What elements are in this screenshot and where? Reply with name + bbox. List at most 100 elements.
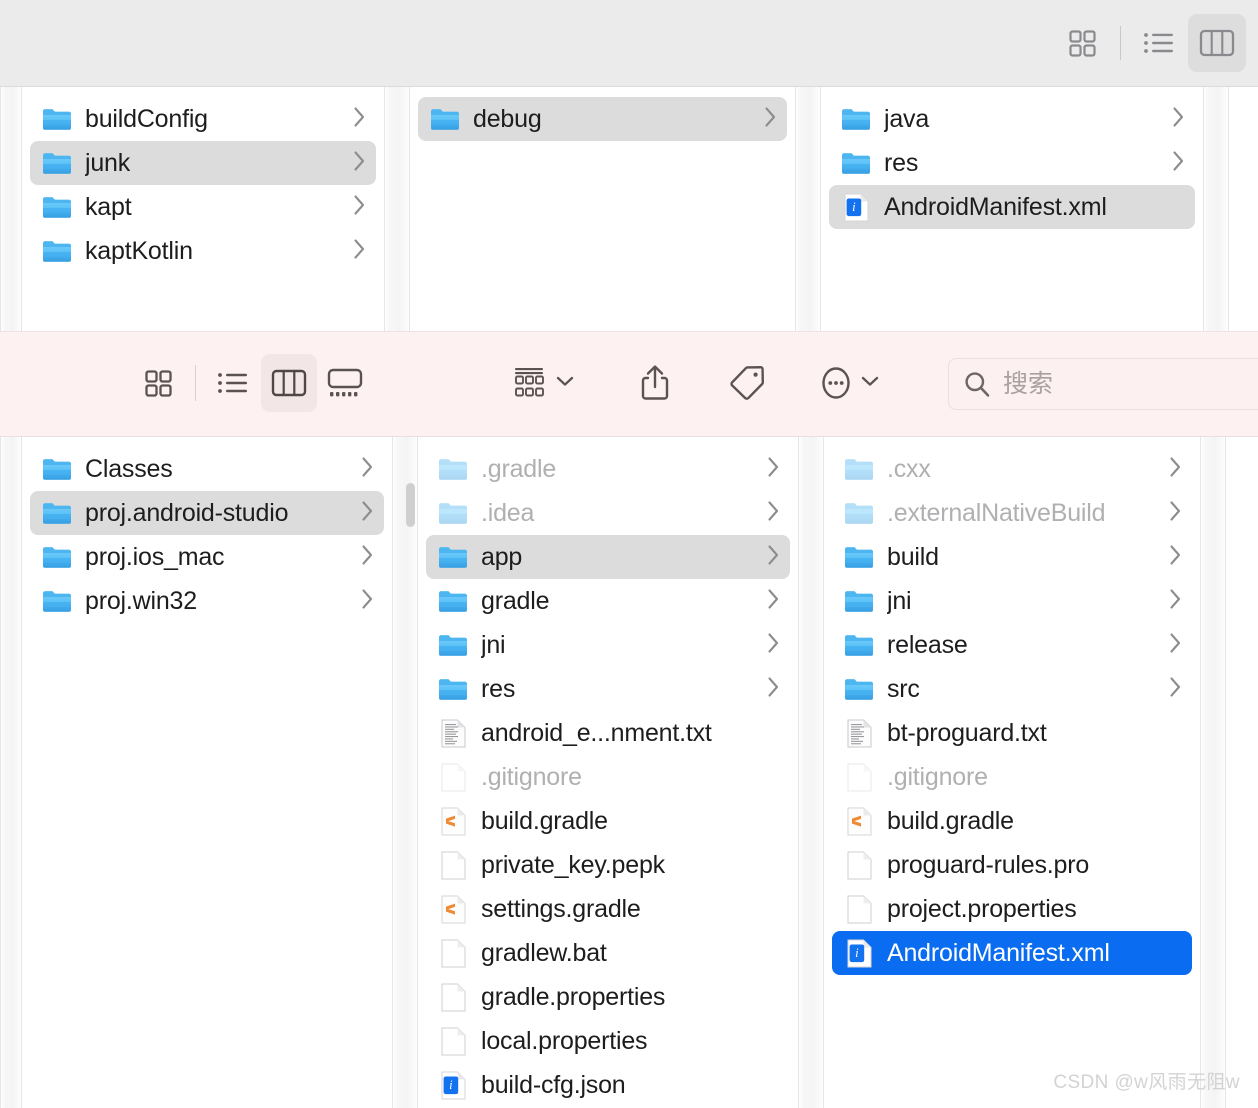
file-row[interactable]: proj.android-studio bbox=[30, 491, 384, 535]
folder-icon bbox=[42, 104, 72, 134]
chevron-right-icon bbox=[764, 106, 777, 132]
file-row[interactable]: local.properties bbox=[426, 1019, 790, 1063]
top-view-switcher bbox=[1053, 14, 1246, 72]
file-row[interactable]: build bbox=[832, 535, 1192, 579]
file-row[interactable]: src bbox=[832, 667, 1192, 711]
list-view-button[interactable] bbox=[205, 354, 261, 412]
folder-icon bbox=[430, 104, 460, 134]
column-gutter[interactable] bbox=[1200, 437, 1226, 1108]
file-row[interactable]: project.properties bbox=[832, 887, 1192, 931]
scrollbar-thumb[interactable] bbox=[406, 483, 415, 527]
file-row[interactable]: jni bbox=[426, 623, 790, 667]
file-row[interactable]: gradle bbox=[426, 579, 790, 623]
chevron-right-icon bbox=[361, 588, 374, 614]
top-column-2[interactable]: debug bbox=[410, 87, 795, 331]
file-row[interactable]: kaptKotlin bbox=[30, 229, 376, 273]
folder-icon bbox=[438, 674, 468, 704]
group-by-button[interactable] bbox=[505, 354, 580, 412]
file-row[interactable]: junk bbox=[30, 141, 376, 185]
chevron-right-icon bbox=[767, 456, 780, 482]
file-row[interactable]: kapt bbox=[30, 185, 376, 229]
column-view-button[interactable] bbox=[261, 354, 317, 412]
file-row[interactable]: proj.ios_mac bbox=[30, 535, 384, 579]
file-row[interactable]: res bbox=[829, 141, 1195, 185]
file-row[interactable]: settings.gradle bbox=[426, 887, 790, 931]
bottom-column-1[interactable]: Classes proj.android-studio proj.ios_macpr… bbox=[22, 437, 392, 1108]
file-row[interactable]: .externalNativeBuild bbox=[832, 491, 1192, 535]
tag-button[interactable] bbox=[720, 354, 772, 412]
folder-icon bbox=[438, 586, 468, 616]
folder-icon bbox=[438, 630, 468, 660]
file-row[interactable]: release bbox=[832, 623, 1192, 667]
folder-icon bbox=[438, 542, 468, 572]
file-row[interactable]: .gitignore bbox=[832, 755, 1192, 799]
blank-file-icon bbox=[438, 982, 468, 1012]
top-column-3[interactable]: java res i AndroidManifest.xml bbox=[821, 87, 1203, 331]
file-row[interactable]: debug bbox=[418, 97, 787, 141]
file-row[interactable]: app bbox=[426, 535, 790, 579]
more-actions-button[interactable] bbox=[812, 354, 885, 412]
file-name-label: app bbox=[481, 543, 523, 571]
file-row[interactable]: proguard-rules.pro bbox=[832, 843, 1192, 887]
file-row[interactable]: android_e...nment.txt bbox=[426, 711, 790, 755]
file-name-label: jni bbox=[481, 631, 506, 659]
file-row[interactable]: bt-proguard.txt bbox=[832, 711, 1192, 755]
file-name-label: gradlew.bat bbox=[481, 939, 607, 967]
file-row[interactable]: buildConfig bbox=[30, 97, 376, 141]
group-items-icon bbox=[515, 368, 544, 397]
column-gutter[interactable] bbox=[795, 87, 821, 331]
chevron-right-icon bbox=[1169, 588, 1182, 614]
icon-view-button[interactable] bbox=[130, 354, 186, 412]
file-row[interactable]: .cxx bbox=[832, 447, 1192, 491]
file-row[interactable]: .gradle bbox=[426, 447, 790, 491]
file-row[interactable]: i AndroidManifest.xml bbox=[829, 185, 1195, 229]
column-gutter[interactable] bbox=[1203, 87, 1229, 331]
file-name-label: res bbox=[481, 675, 516, 703]
sublime-file-icon bbox=[844, 806, 874, 836]
file-name-label: kaptKotlin bbox=[85, 237, 193, 265]
file-name-label: proj.win32 bbox=[85, 587, 197, 615]
ellipsis-circle-icon bbox=[822, 367, 850, 399]
file-row[interactable]: gradlew.bat bbox=[426, 931, 790, 975]
column-gutter[interactable] bbox=[384, 87, 410, 331]
chevron-down-icon bbox=[861, 374, 879, 392]
file-row[interactable]: build.gradle bbox=[426, 799, 790, 843]
file-row[interactable]: java bbox=[829, 97, 1195, 141]
chevron-right-icon bbox=[767, 544, 780, 570]
file-row[interactable]: private_key.pepk bbox=[426, 843, 790, 887]
column-gutter[interactable] bbox=[392, 437, 418, 1108]
file-name-label: kapt bbox=[85, 193, 132, 221]
folder-icon bbox=[844, 454, 874, 484]
file-name-label: proj.ios_mac bbox=[85, 543, 225, 571]
bottom-column-3[interactable]: .cxx .externalNativeBuild build jni release s… bbox=[824, 437, 1200, 1108]
file-row[interactable]: i AndroidManifest.xml bbox=[832, 931, 1192, 975]
file-name-label: .cxx bbox=[887, 455, 931, 483]
column-gutter[interactable] bbox=[798, 437, 824, 1108]
file-row[interactable]: proj.win32 bbox=[30, 579, 384, 623]
top-column-view-button[interactable] bbox=[1188, 14, 1246, 72]
file-row[interactable]: i build-cfg.json bbox=[426, 1063, 790, 1107]
file-row[interactable]: gradle.properties bbox=[426, 975, 790, 1019]
folder-icon bbox=[844, 630, 874, 660]
file-row[interactable]: .gitignore bbox=[426, 755, 790, 799]
file-row[interactable]: Classes bbox=[30, 447, 384, 491]
file-row[interactable]: build.gradle bbox=[832, 799, 1192, 843]
search-field[interactable]: 搜索 bbox=[948, 358, 1258, 410]
top-finder-window: buildConfig junk kapt kaptKotlin debug java… bbox=[0, 0, 1258, 331]
top-list-view-button[interactable] bbox=[1130, 14, 1188, 72]
file-row[interactable]: jni bbox=[832, 579, 1192, 623]
share-button[interactable] bbox=[632, 354, 678, 412]
top-icon-view-button[interactable] bbox=[1053, 14, 1111, 72]
file-row[interactable]: res bbox=[426, 667, 790, 711]
gallery-view-button[interactable] bbox=[317, 354, 373, 412]
column-gutter[interactable] bbox=[0, 437, 22, 1108]
top-column-1[interactable]: buildConfig junk kapt kaptKotlin bbox=[22, 87, 384, 331]
toolbar-actions bbox=[505, 354, 885, 412]
file-name-label: local.properties bbox=[481, 1027, 648, 1055]
file-name-label: buildConfig bbox=[85, 105, 208, 133]
column-gutter[interactable] bbox=[0, 87, 22, 331]
bottom-column-2[interactable]: .gradle .idea app gradle jni res android_e...n… bbox=[418, 437, 798, 1108]
blank-file-icon bbox=[438, 762, 468, 792]
file-row[interactable]: .idea bbox=[426, 491, 790, 535]
chevron-down-icon bbox=[556, 374, 574, 392]
